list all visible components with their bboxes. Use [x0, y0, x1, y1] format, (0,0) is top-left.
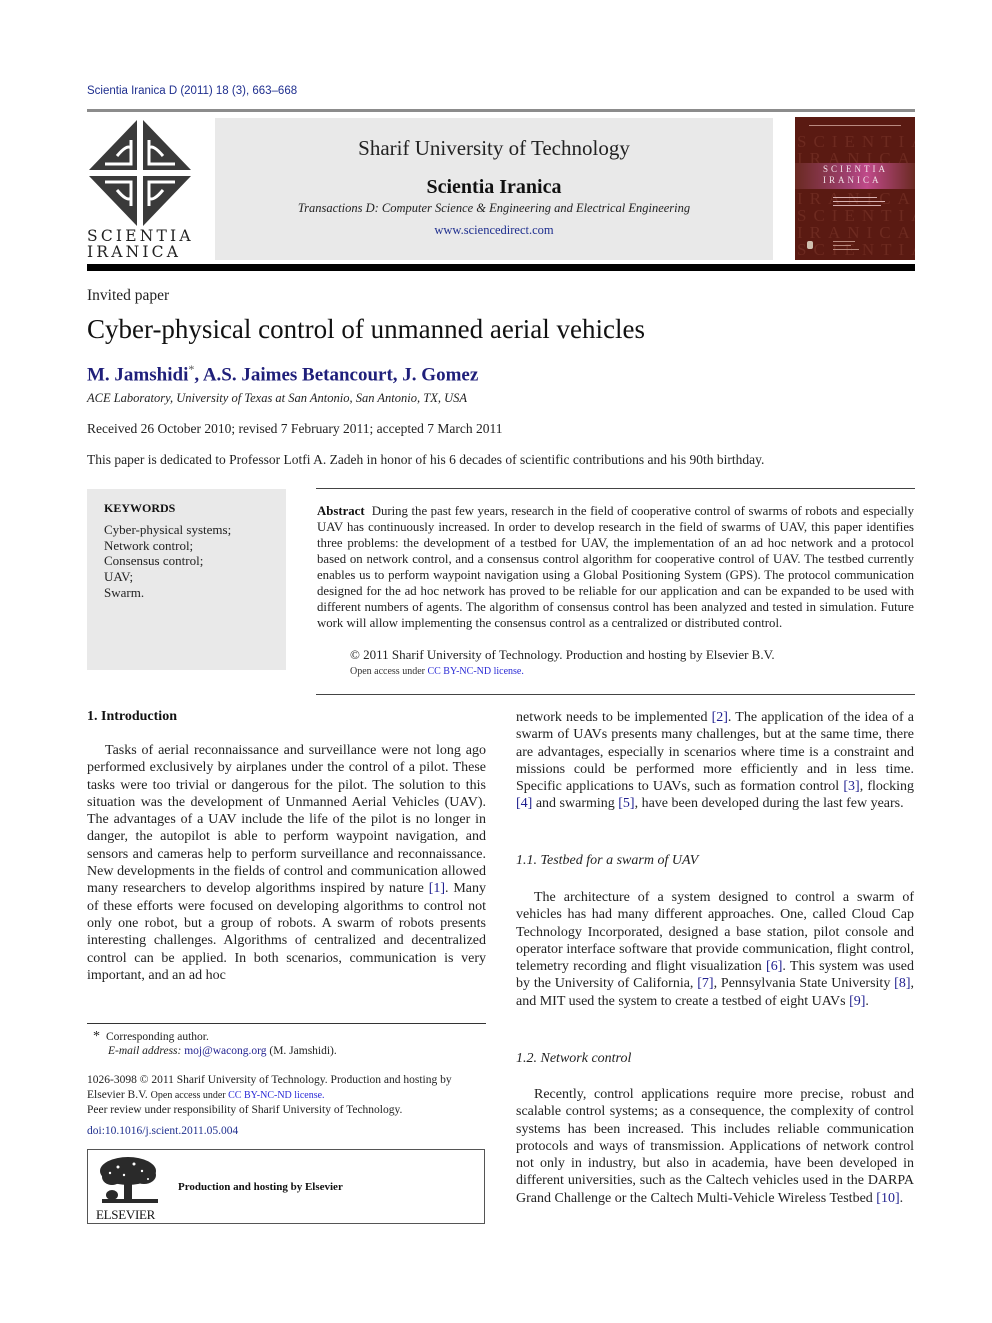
abstract-text: During the past few years, research in t…: [317, 504, 914, 630]
elsevier-tree-icon: [98, 1155, 160, 1205]
footnote-corresponding: * Corresponding author.: [93, 1029, 209, 1045]
abstract: Abstract During the past few years, rese…: [317, 503, 914, 631]
cover-bg-word: IRANICA: [797, 223, 915, 242]
email-label: E-mail address:: [108, 1045, 182, 1057]
cover-title-line-2: IRANICA: [823, 175, 882, 185]
keywords-title: KEYWORDS: [104, 501, 176, 515]
paragraph: Tasks of aerial reconnaissance and surve…: [87, 742, 486, 984]
introduction-body: Tasks of aerial reconnaissance and surve…: [87, 742, 486, 984]
author-link[interactable]: J. Gomez: [402, 364, 478, 385]
footnote-text: Corresponding author.: [106, 1031, 209, 1043]
header-black-bar: [87, 264, 915, 271]
footer-license-link[interactable]: CC BY-NC-ND license.: [228, 1090, 324, 1101]
paragraph-text: and swarming: [532, 796, 619, 812]
cover-top-text: [809, 125, 901, 126]
cover-volume-line: [833, 241, 855, 242]
paragraph-text: , have been developed during the last fe…: [634, 796, 904, 812]
keyword-item: Swarm.: [104, 584, 145, 600]
logo-wordmark: SCIENTIA IRANICA: [87, 228, 195, 260]
abstract-copyright: © 2011 Sharif University of Technology. …: [350, 647, 775, 662]
paragraph-text: , flocking: [859, 779, 915, 795]
keyword-item: Cyber-physical systems;: [104, 522, 232, 537]
testbed-body: The architecture of a system designed to…: [516, 889, 914, 1010]
dedication: This paper is dedicated to Professor Lot…: [87, 452, 765, 467]
keywords-list: Cyber-physical systems; Network control;…: [104, 522, 231, 601]
abstract-bottom-divider: [316, 694, 915, 695]
paragraph-text: Tasks of aerial reconnaissance and surve…: [87, 743, 486, 897]
citation-link[interactable]: [9]: [849, 994, 865, 1009]
citation-link[interactable]: [4]: [516, 796, 532, 811]
cover-subtitle-line: [833, 205, 881, 206]
email-link[interactable]: moj@wacong.org: [184, 1045, 266, 1057]
subsection-heading-network-control: 1.2. Network control: [516, 1051, 632, 1066]
keyword-item: Consensus control;: [104, 553, 204, 569]
received-dates: Received 26 October 2010; revised 7 Febr…: [87, 421, 503, 436]
paragraph-text: network needs to be implemented: [516, 710, 712, 725]
citation-link[interactable]: [10]: [876, 1191, 899, 1206]
elsevier-wordmark: ELSEVIER: [96, 1207, 155, 1222]
issn-copyright: 1026-3098 © 2011 Sharif University of Te…: [87, 1073, 487, 1118]
author-separator: ,: [194, 364, 203, 386]
paragraph-text: , Pennsylvania State University: [713, 976, 895, 992]
keyword-item: Network control;: [104, 537, 194, 553]
cover-emblem-icon: [807, 241, 813, 249]
paragraph-text: Recently, control applications require m…: [516, 1087, 914, 1206]
cover-volume-line: [833, 245, 851, 246]
network-control-body: Recently, control applications require m…: [516, 1086, 914, 1207]
citation-link[interactable]: [6]: [766, 959, 782, 974]
university-name: Sharif University of Technology: [358, 136, 630, 160]
affiliation: ACE Laboratory, University of Texas at S…: [87, 391, 467, 405]
sciencedirect-link[interactable]: www.sciencedirect.com: [215, 223, 773, 238]
logo-wordmark-line-1: SCIENTIA: [87, 227, 194, 245]
journal-cover-image: SCIENTIA IRANICA SCIENTIA IRANICA IRANIC…: [795, 117, 915, 260]
author-link[interactable]: M. Jamshidi: [87, 364, 188, 385]
license-link[interactable]: CC BY-NC-ND license.: [427, 666, 523, 677]
keyword-item: UAV;: [104, 569, 134, 585]
paragraph: network needs to be implemented [2]. The…: [516, 709, 914, 813]
peer-review-text: Peer review under responsibility of Shar…: [87, 1104, 403, 1116]
paragraph-text: .: [865, 993, 869, 1009]
citation-link[interactable]: [5]: [618, 796, 634, 811]
cover-subtitle-line: [833, 197, 877, 198]
journal-name: Scientia Iranica: [426, 176, 562, 198]
cover-volume-line: [833, 249, 859, 250]
section-heading-introduction: 1. Introduction: [87, 709, 177, 724]
citation-link[interactable]: [2]: [712, 710, 728, 725]
footnote-email: E-mail address: moj@wacong.org (M. Jamsh…: [108, 1045, 337, 1057]
author-link[interactable]: A.S. Jaimes Betancourt: [203, 364, 393, 385]
cover-title: SCIENTIA IRANICA: [823, 164, 888, 186]
author-separator: ,: [392, 364, 403, 386]
cover-bg-word: SCIENTIA: [797, 132, 915, 151]
logo-wordmark-line-2: IRANICA: [87, 243, 182, 261]
open-access-prefix: Open access under: [350, 666, 428, 677]
elsevier-production-text: Production and hosting by Elsevier: [178, 1181, 343, 1193]
email-suffix: (M. Jamshidi).: [266, 1045, 337, 1057]
author-list: M. Jamshidi*, A.S. Jaimes Betancourt, J.…: [87, 362, 478, 386]
paragraph: Recently, control applications require m…: [516, 1086, 914, 1207]
top-divider: [87, 109, 915, 112]
journal-transactions: Transactions D: Computer Science & Engin…: [297, 201, 691, 215]
abstract-label: Abstract: [317, 504, 365, 518]
citation-link[interactable]: [8]: [894, 976, 910, 991]
introduction-body-continued: network needs to be implemented [2]. The…: [516, 709, 914, 813]
journal-citation-link[interactable]: Scientia Iranica D (2011) 18 (3), 663–66…: [87, 85, 297, 97]
citation-link[interactable]: [1]: [429, 881, 445, 896]
abstract-open-access: Open access under CC BY-NC-ND license.: [350, 666, 524, 677]
footnote-star-mark: *: [93, 1029, 100, 1044]
cover-title-line-1: SCIENTIA: [823, 164, 888, 174]
doi-link[interactable]: doi:10.1016/j.scient.2011.05.004: [87, 1125, 238, 1137]
article-type: Invited paper: [87, 287, 170, 304]
paragraph: The architecture of a system designed to…: [516, 889, 914, 1010]
cover-subtitle-line: [833, 201, 885, 202]
abstract-top-divider: [316, 488, 915, 489]
citation-link[interactable]: [7]: [697, 976, 713, 991]
paragraph-text: . Many of these efforts were focused on …: [87, 881, 486, 983]
subsection-heading-testbed: 1.1. Testbed for a swarm of UAV: [516, 853, 699, 868]
citation-link[interactable]: [3]: [843, 779, 859, 794]
footnote-divider: [87, 1023, 486, 1024]
paragraph-text: .: [899, 1190, 904, 1206]
footer-open-access-prefix: Open access under: [150, 1089, 229, 1101]
article-title: Cyber-physical control of unmanned aeria…: [87, 314, 646, 344]
cover-bg-word: SCIENTIA: [797, 206, 915, 225]
